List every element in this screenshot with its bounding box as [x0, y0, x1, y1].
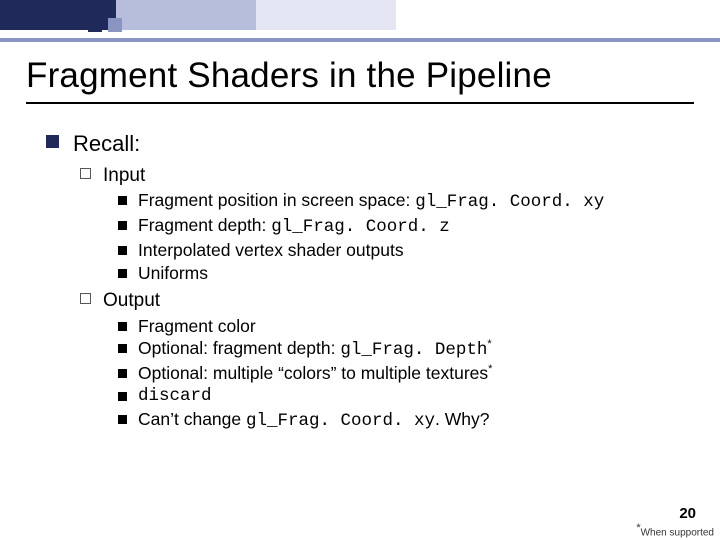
small-square-bullet-icon [118, 392, 127, 401]
superscript-star: * [488, 363, 492, 375]
code-text: discard [138, 386, 212, 408]
bullet-input-item: Fragment position in screen space: gl_Fr… [118, 190, 686, 214]
code-text: gl_Frag. Coord. xy [415, 192, 604, 212]
bullet-text: Fragment position in screen space: gl_Fr… [138, 190, 604, 214]
bullet-output-item: Optional: fragment depth: gl_Frag. Depth… [118, 338, 686, 362]
bullet-text: Interpolated vertex shader outputs [138, 240, 404, 262]
code-text: gl_Frag. Coord. z [271, 217, 450, 237]
hollow-square-bullet-icon [80, 168, 91, 179]
small-square-bullet-icon [118, 221, 127, 230]
footnote-text: When supported [641, 527, 714, 538]
code-text: gl_Frag. Coord. xy [246, 411, 435, 431]
bullet-input-item: Fragment depth: gl_Frag. Coord. z [118, 215, 686, 239]
small-square-bullet-icon [118, 415, 127, 424]
text-segment: Optional: multiple “colors” to multiple … [138, 363, 488, 383]
title-rule [26, 102, 694, 104]
small-square-bullet-icon [118, 196, 127, 205]
square-bullet-icon [46, 135, 59, 148]
small-square-bullet-icon [118, 246, 127, 255]
bullet-text: Fragment color [138, 316, 256, 338]
bullet-output-item: Fragment color [118, 316, 686, 338]
bullet-input-item: Uniforms [118, 263, 686, 285]
text-segment: . Why? [435, 409, 489, 429]
slide-title: Fragment Shaders in the Pipeline [26, 56, 552, 96]
small-square-bullet-icon [118, 344, 127, 353]
text-segment: Fragment depth: [138, 215, 271, 235]
slide-body: Recall: Input Fragment position in scree… [46, 130, 686, 434]
superscript-star: * [487, 339, 491, 351]
bullet-text: Recall: [73, 130, 140, 158]
bullet-text: Optional: fragment depth: gl_Frag. Depth… [138, 338, 492, 362]
small-square-bullet-icon [118, 269, 127, 278]
bullet-recall: Recall: [46, 130, 686, 158]
bullet-output-item: discard [118, 386, 686, 408]
bullet-text: Optional: multiple “colors” to multiple … [138, 363, 492, 385]
code-text: gl_Frag. Depth [340, 340, 487, 360]
bullet-input-item: Interpolated vertex shader outputs [118, 240, 686, 262]
text-segment: Optional: fragment depth: [138, 338, 340, 358]
bullet-input: Input [80, 164, 686, 188]
slide-decoration [0, 0, 720, 42]
footnote: *When supported [636, 522, 714, 538]
bullet-text: Uniforms [138, 263, 208, 285]
text-segment: Fragment position in screen space: [138, 190, 415, 210]
small-square-bullet-icon [118, 322, 127, 331]
bullet-text: Can’t change gl_Frag. Coord. xy. Why? [138, 409, 490, 433]
bullet-text: Input [103, 164, 145, 188]
text-segment: Can’t change [138, 409, 246, 429]
hollow-square-bullet-icon [80, 293, 91, 304]
bullet-output-item: Optional: multiple “colors” to multiple … [118, 363, 686, 385]
small-square-bullet-icon [118, 369, 127, 378]
bullet-text: Fragment depth: gl_Frag. Coord. z [138, 215, 450, 239]
bullet-output-item: Can’t change gl_Frag. Coord. xy. Why? [118, 409, 686, 433]
page-number: 20 [679, 505, 696, 522]
bullet-text: Output [103, 289, 160, 313]
bullet-output: Output [80, 289, 686, 313]
